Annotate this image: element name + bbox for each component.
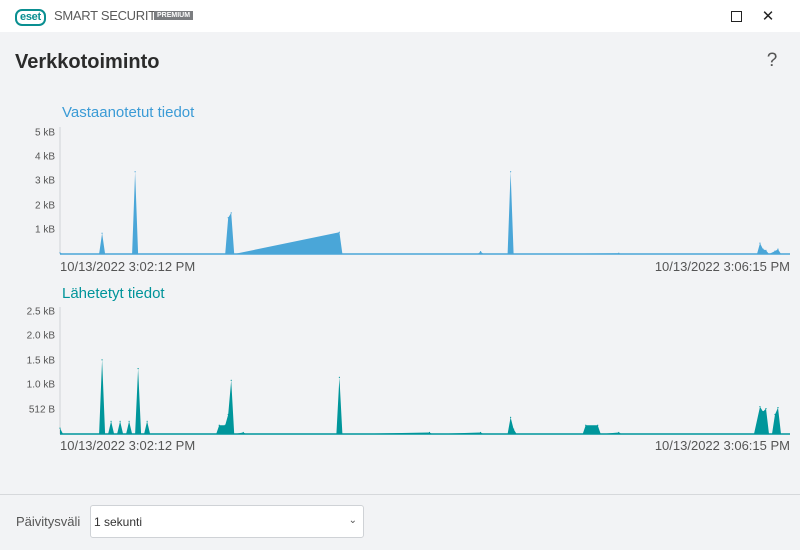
sent-data-point (242, 431, 244, 434)
received-data-point (101, 232, 103, 234)
refresh-interval-value: 1 sekunti (94, 515, 143, 529)
sent-data-point (218, 424, 220, 426)
refresh-interval-select[interactable]: 1 sekunti ⌄ (90, 505, 364, 538)
sent-data-point (146, 420, 148, 422)
sent-data-point (224, 424, 226, 426)
sent-data-point (513, 428, 515, 430)
sent-data-point (585, 424, 587, 426)
received-data-point (338, 231, 340, 233)
received-data-point (134, 171, 136, 173)
sent-data-point (597, 424, 599, 426)
received-data-point (227, 217, 229, 219)
sent-data-point (774, 413, 776, 416)
sent-data-point (227, 413, 229, 416)
sent-data-point (618, 431, 620, 434)
refresh-interval-label: Päivitysväli (16, 514, 81, 529)
sent-data-point (762, 410, 764, 413)
sent-data-point (128, 420, 130, 422)
sent-data-point (479, 431, 482, 434)
sent-data-point (428, 431, 431, 434)
received-data-area (60, 171, 790, 254)
sent-data-point (510, 416, 512, 419)
sent-data-point (765, 408, 767, 410)
received-data-point (479, 250, 482, 253)
sent-data-point (777, 407, 779, 409)
sent-data-point (110, 420, 112, 422)
sent-data-point (137, 368, 139, 370)
sent-data-point (230, 379, 232, 381)
received-data-point (759, 242, 761, 244)
received-data-point (774, 250, 776, 252)
received-data-point (762, 248, 764, 250)
received-data-point (230, 212, 232, 214)
sent-data-point (119, 420, 121, 422)
received-data-point (510, 171, 512, 173)
received-data-point (59, 252, 61, 254)
sent-data-point (59, 427, 61, 429)
sent-data-area (60, 359, 790, 434)
sent-data-point (759, 406, 761, 408)
footer-divider (0, 494, 800, 495)
sent-data-point (101, 359, 103, 361)
network-charts (59, 127, 790, 435)
received-data-point (777, 248, 779, 250)
chevron-down-icon: ⌄ (348, 515, 357, 526)
sent-data-point (338, 376, 340, 378)
received-data-point (765, 249, 767, 251)
